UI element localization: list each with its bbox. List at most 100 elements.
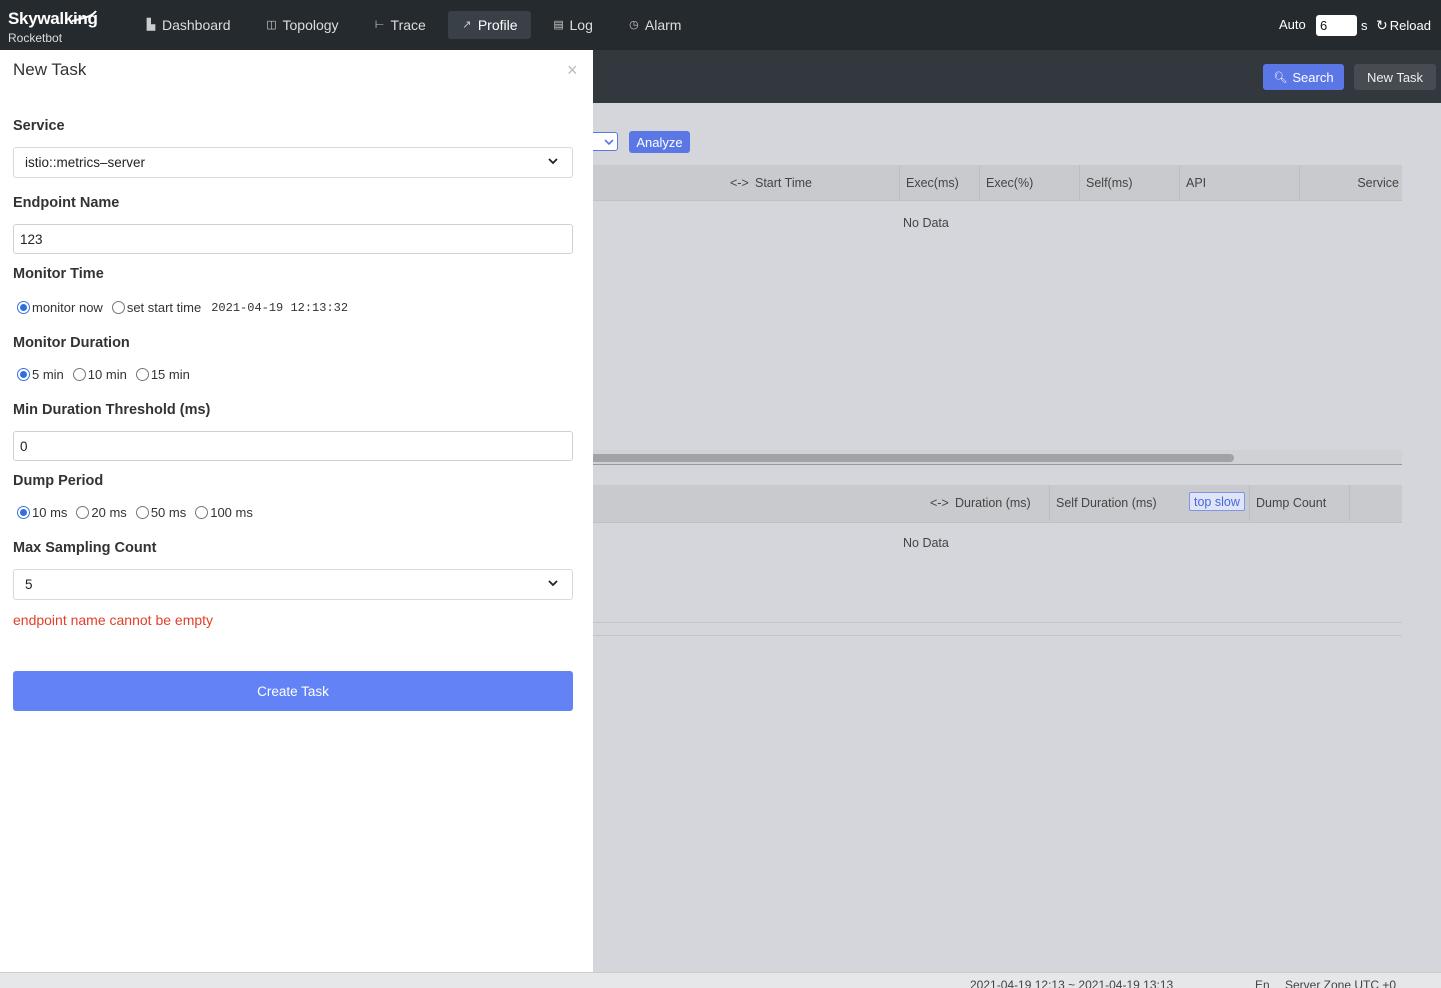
radio-label: monitor now [32,300,103,315]
col-self-duration: Self Duration (ms) [1049,485,1157,521]
segment-empty: No Data [903,216,949,230]
endpoint-name-input[interactable] [13,224,573,254]
radio-20-ms[interactable]: 20 ms [76,505,127,520]
reload-icon: ↻ [1376,17,1388,33]
divider [586,622,1402,636]
service-value: istio::metrics–server [25,155,146,170]
new-task-label: New Task [1366,69,1424,85]
radio-dot[interactable] [17,506,30,519]
log-icon: ▤ [553,19,564,31]
radio-dot[interactable] [135,506,149,519]
top-navbar: Skywalking Rocketbot ▙ Dashboard ◫ Topolog… [0,0,1441,50]
radio-100-ms[interactable]: 100 ms [195,505,253,520]
radio-dot[interactable] [72,368,86,381]
max-sampling-value: 5 [25,577,33,592]
chevron-down-icon [548,580,558,587]
chevron-down-icon [548,158,558,165]
col-duration: Duration (ms) [955,496,1031,510]
thread-table-header: <-> Duration (ms) Self Duration (ms) Dum… [586,485,1402,523]
radio-label: 50 ms [150,505,187,520]
search-icon: 🔍︎ [1273,71,1288,84]
main-nav: ▙ Dashboard ◫ Topology ⊢ Trace ↗ Profile ▤ Lo… [132,11,703,39]
radio-label: 5 min [32,367,64,382]
radio-10-min[interactable]: 10 min [72,367,127,382]
monitor-duration-radios: 5 min 10 min 15 min [17,367,199,382]
nav-alarm[interactable]: ◷ Alarm [615,11,695,39]
top-slow-toggle[interactable]: top slow [1189,492,1245,511]
nav-alarm-label: Alarm [644,17,682,33]
radio-50-ms[interactable]: 50 ms [135,505,187,520]
start-time-picker[interactable]: 2021-04-19 12:13:32 [211,301,348,315]
radio-dot[interactable] [135,368,149,381]
radio-label: 15 min [150,367,190,382]
radio-10-ms[interactable]: 10 ms [17,505,67,520]
dashboard-icon: ▙ [146,19,156,31]
search-button[interactable]: 🔍︎ Search [1263,64,1344,90]
nav-profile[interactable]: ↗ Profile [447,11,531,39]
radio-label: set start time [126,300,202,315]
radio-dot[interactable] [17,368,30,381]
radio-dot[interactable] [76,506,90,519]
radio-15-min[interactable]: 15 min [135,367,190,382]
radio-set-start-time[interactable]: set start time [111,300,202,315]
nav-log-label: Log [569,17,593,33]
nav-dashboard[interactable]: ▙ Dashboard [132,11,244,39]
nav-trace-label: Trace [390,17,426,33]
profile-icon: ↗ [462,19,472,31]
footer: 2021-04-19 12:13 ~ 2021-04-19 13:13 En S… [0,972,1441,988]
monitor-duration-label: Monitor Duration [13,335,130,351]
radio-5-min[interactable]: 5 min [17,367,64,382]
new-task-button[interactable]: New Task [1354,64,1436,90]
nav-log[interactable]: ▤ Log [540,11,606,39]
service-select[interactable]: istio::metrics–server [13,147,573,178]
col-self-ms: Self(ms) [1079,165,1133,201]
radio-monitor-now[interactable]: monitor now [17,300,103,315]
segment-table-header: <-> Start Time Exec(ms) Exec(%) Self(ms)… [586,165,1402,201]
radio-label: 10 min [87,367,127,382]
analyze-button[interactable]: Analyze [629,131,690,153]
reload-button[interactable]: ↻ Reload [1376,17,1431,34]
radio-label: 100 ms [210,505,253,520]
radio-dot[interactable] [111,301,125,314]
col-exec-pct: Exec(%) [979,165,1033,201]
col-dump-count: Dump Count [1249,485,1350,521]
logo-swoosh-icon [71,10,97,22]
col-exec-ms: Exec(ms) [899,165,959,201]
dump-period-radios: 10 ms 20 ms 50 ms 100 ms [17,505,262,520]
radio-dot[interactable] [195,506,209,519]
chevron-down-icon [604,138,614,145]
dump-period-label: Dump Period [13,473,104,489]
max-sampling-label: Max Sampling Count [13,540,157,556]
alarm-icon: ◷ [629,19,639,31]
min-threshold-input[interactable] [13,431,573,461]
thread-empty: No Data [903,536,949,550]
radio-dot[interactable] [17,301,30,314]
language-toggle[interactable]: En [1255,978,1270,988]
service-label: Service [13,118,65,134]
radio-label: 20 ms [91,505,127,520]
logo[interactable]: Skywalking Rocketbot [8,9,104,45]
create-task-button[interactable]: Create Task [13,671,573,711]
reload-label: Reload [1389,18,1431,33]
nav-trace[interactable]: ⊢ Trace [361,11,439,39]
logo-subbrand: Rocketbot [8,31,63,45]
min-threshold-label: Min Duration Threshold (ms) [13,402,211,418]
auto-refresh-label[interactable]: Auto [1279,17,1306,32]
nav-topology[interactable]: ◫ Topology [253,11,352,39]
monitor-time-label: Monitor Time [13,266,104,282]
radio-label: 10 ms [32,505,68,520]
close-icon[interactable]: × [567,60,578,81]
search-label: Search [1292,69,1334,85]
scrollbar-thumb[interactable] [590,454,1234,462]
monitor-time-radios: monitor now set start time 2021-04-19 12… [17,300,348,315]
refresh-interval-input[interactable] [1316,15,1357,36]
expand-toggle[interactable]: <-> [724,165,749,201]
nav-dashboard-label: Dashboard [162,17,231,33]
refresh-interval-unit: s [1361,18,1368,33]
expand-toggle-2[interactable]: <-> [924,485,949,521]
time-range[interactable]: 2021-04-19 12:13 ~ 2021-04-19 13:13 [970,978,1173,988]
nav-topology-label: Topology [282,17,339,33]
validation-error: endpoint name cannot be empty [13,612,214,628]
col-service: Service [1299,165,1402,201]
max-sampling-select[interactable]: 5 [13,569,573,600]
